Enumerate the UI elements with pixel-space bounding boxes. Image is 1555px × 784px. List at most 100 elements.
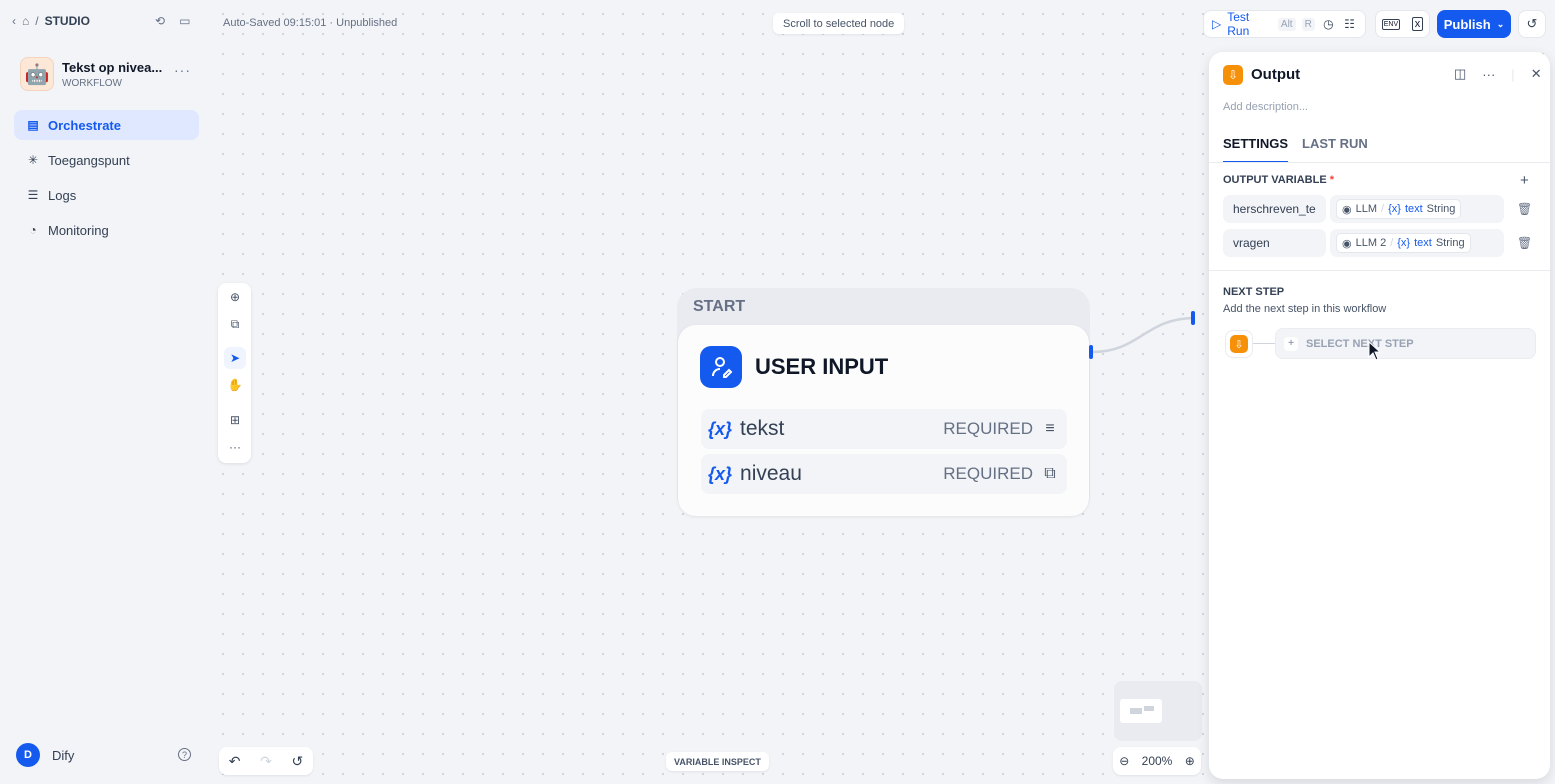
llm-node-icon: ◉ <box>1342 203 1352 216</box>
zoom-control: ⊖ 200% ⊕ <box>1113 747 1201 775</box>
app-name: Tekst op nivea... <box>62 59 163 75</box>
zoom-level[interactable]: 200% <box>1142 754 1173 768</box>
select-next-step-button[interactable]: + SELECT NEXT STEP <box>1275 328 1536 359</box>
close-icon[interactable]: ✕ <box>1531 66 1542 82</box>
undo-icon[interactable]: ↶ <box>229 753 241 770</box>
panel-title[interactable]: Output <box>1251 66 1300 83</box>
avatar: D <box>16 743 40 767</box>
redo-icon[interactable]: ↷ <box>260 753 272 770</box>
orchestrate-icon: ▤ <box>27 118 39 132</box>
add-output-icon[interactable]: + <box>1520 172 1529 189</box>
node-title: USER INPUT <box>755 354 889 379</box>
input-variable-row[interactable]: {x} niveau REQUIRED ⧉ <box>701 454 1067 494</box>
breadcrumb: ‹ ⌂ / STUDIO <box>12 14 90 28</box>
app-type: WORKFLOW <box>62 77 122 89</box>
split-view-icon[interactable]: ◫ <box>1454 66 1466 82</box>
llm-node-icon: ◉ <box>1342 237 1352 250</box>
edge-connector <box>1091 316 1196 354</box>
chevron-down-icon: ⌄ <box>1496 18 1505 29</box>
undo-redo-control: ↶ ↷ ↺ <box>219 747 313 775</box>
autosave-status: Auto-Saved 09:15:01 · Unpublished <box>223 17 398 29</box>
zoom-in-icon[interactable]: ⊕ <box>1185 754 1195 768</box>
publish-button[interactable]: Publish ⌄ <box>1437 10 1511 38</box>
output-name-input[interactable]: vragen <box>1223 229 1326 257</box>
version-history-button[interactable]: ↺ <box>1518 10 1546 38</box>
tab-settings[interactable]: SETTINGS <box>1223 136 1289 163</box>
variable-icon: {x} <box>708 418 733 439</box>
back-icon[interactable]: ‹ <box>12 14 16 28</box>
app-avatar: 🤖 <box>20 57 54 91</box>
current-node-icon: ⇩ <box>1225 330 1253 358</box>
sidebar-item-toegangspunt[interactable]: ✳ Toegangspunt <box>14 145 199 175</box>
canvas-tool-rail: ⊕ ⧉ ➤ ✋ ⊞ ··· <box>218 283 251 463</box>
hand-icon[interactable]: ✋ <box>224 374 246 396</box>
conversation-variables-icon[interactable]: x <box>1411 17 1424 31</box>
sidebar-item-monitoring[interactable]: ◔ Monitoring <box>14 215 199 245</box>
output-value-selector[interactable]: ◉ LLM / {x} text String <box>1330 195 1504 223</box>
output-variable-label: OUTPUT VARIABLE * <box>1223 174 1335 186</box>
output-value-selector[interactable]: ◉ LLM 2 / {x} text String <box>1330 229 1504 257</box>
description-input[interactable]: Add description... <box>1223 101 1308 113</box>
node-output-handle[interactable] <box>1089 345 1093 359</box>
sidebar-item-label: Logs <box>48 187 77 203</box>
panel-tabs: SETTINGS LAST RUN <box>1223 136 1368 163</box>
input-variable-row[interactable]: {x} tekst REQUIRED ≡ <box>701 409 1067 449</box>
output-variable-row: vragen ◉ LLM 2 / {x} text String <box>1223 229 1504 257</box>
zoom-out-icon[interactable]: ⊖ <box>1119 754 1129 768</box>
next-step-description: Add the next step in this workflow <box>1223 303 1387 315</box>
tab-last-run[interactable]: LAST RUN <box>1302 136 1368 163</box>
env-variables-button[interactable]: ENV <box>1381 18 1401 30</box>
variable-icon: {x} <box>708 463 733 484</box>
home-icon[interactable]: ⌂ <box>22 14 29 28</box>
checklist-run-icon[interactable]: ◷ <box>1321 17 1336 31</box>
logs-icon: ☰ <box>27 188 39 202</box>
sidebar: ‹ ⌂ / STUDIO ⟲ ▭ 🤖 Tekst op nivea... WOR… <box>0 0 209 784</box>
organize-blocks-icon[interactable]: ⊞ <box>224 409 246 431</box>
history-icon[interactable]: ↺ <box>291 753 303 770</box>
sidebar-item-label: Toegangspunt <box>48 152 130 168</box>
start-node[interactable]: START USER INPUT {x} tekst REQUIRED ≡ {x… <box>677 288 1090 516</box>
variable-icon: {x} <box>1397 237 1411 249</box>
sidebar-item-label: Monitoring <box>48 222 109 238</box>
scroll-to-selected-button[interactable]: Scroll to selected node <box>773 13 905 34</box>
collapse-sidebar-icon[interactable]: ▭ <box>179 14 190 28</box>
mouse-cursor-icon <box>1368 341 1382 361</box>
next-step-label: NEXT STEP <box>1223 286 1285 298</box>
node-settings-panel: ⇩ Output ◫ ··· | ✕ Add description... SE… <box>1209 52 1550 779</box>
sidebar-item-orchestrate[interactable]: ▤ Orchestrate <box>14 110 199 140</box>
sidebar-item-label: Orchestrate <box>48 117 121 133</box>
output-variable-row: herschreven_te ◉ LLM / {x} text String <box>1223 195 1504 223</box>
checklist-icon[interactable]: ☷ <box>1342 17 1357 31</box>
variable-icon: {x} <box>1388 203 1401 215</box>
help-icon[interactable]: ? <box>178 748 191 761</box>
delete-icon[interactable]: 🗑 <box>1517 236 1532 250</box>
switch-app-icon[interactable]: ⟲ <box>155 14 165 28</box>
output-node-icon: ⇩ <box>1230 335 1248 353</box>
sidebar-item-logs[interactable]: ☰ Logs <box>14 180 199 210</box>
pointer-icon[interactable]: ➤ <box>224 347 246 369</box>
delete-icon[interactable]: 🗑 <box>1517 202 1532 216</box>
monitoring-icon: ◔ <box>29 223 37 237</box>
variable-inspect-button[interactable]: VARIABLE INSPECT <box>666 752 769 771</box>
app-more-icon[interactable]: ··· <box>174 62 191 78</box>
play-icon: ▷ <box>1212 17 1222 31</box>
output-node-icon: ⇩ <box>1223 65 1243 85</box>
more-icon[interactable]: ··· <box>224 436 246 458</box>
access-point-icon: ✳ <box>27 153 39 167</box>
user-name: Dify <box>52 747 75 763</box>
select-icon: ⧉ <box>1044 465 1056 482</box>
minimap[interactable] <box>1114 681 1202 741</box>
node-input-handle[interactable] <box>1191 311 1195 325</box>
test-run-button[interactable]: ▷ Test Run Alt R ◷ ☷ <box>1203 10 1366 38</box>
more-icon[interactable]: ··· <box>1482 67 1495 82</box>
node-header: START <box>693 298 746 315</box>
add-node-icon[interactable]: ⊕ <box>224 286 246 308</box>
breadcrumb-studio[interactable]: STUDIO <box>45 14 90 28</box>
sidebar-nav: ▤ Orchestrate ✳ Toegangspunt ☰ Logs ◔ Mo… <box>14 110 199 250</box>
user-input-icon <box>700 346 742 388</box>
add-note-icon[interactable]: ⧉ <box>224 313 246 335</box>
output-name-input[interactable]: herschreven_te <box>1223 195 1326 223</box>
history-icon: ↺ <box>1526 16 1538 31</box>
app-card[interactable]: 🤖 Tekst op nivea... WORKFLOW <box>20 57 162 91</box>
user-menu[interactable]: D Dify <box>16 743 74 767</box>
